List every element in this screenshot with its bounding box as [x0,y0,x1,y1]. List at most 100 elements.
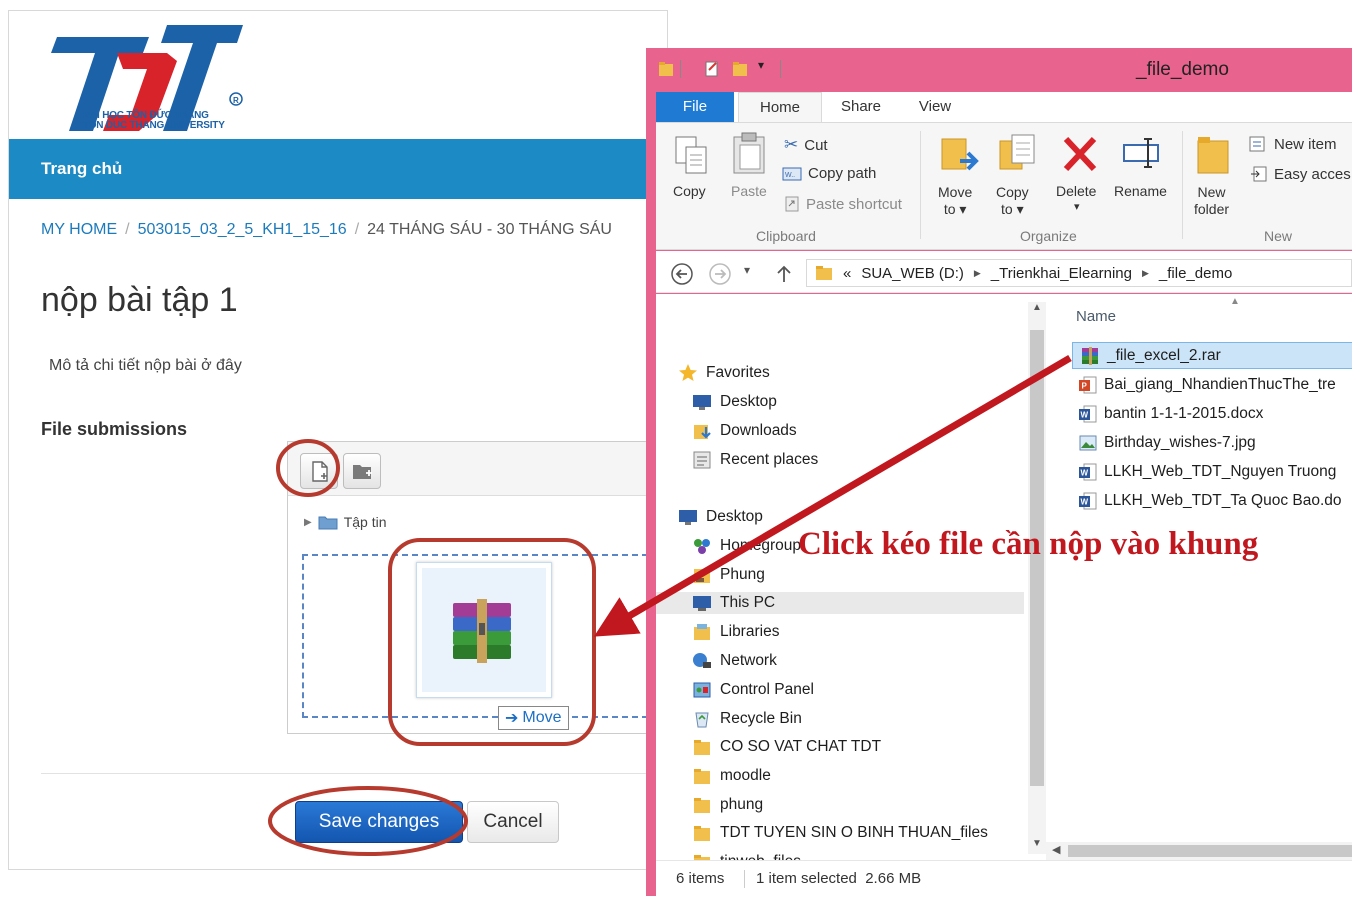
file-row[interactable]: W LLKH_Web_TDT_Ta Quoc Bao.do [1072,487,1352,514]
back-icon[interactable] [670,262,694,286]
properties-icon[interactable] [704,60,720,78]
form-divider [41,773,667,774]
recent-locations-dropdown-icon[interactable]: ▾ [744,263,750,277]
cancel-button[interactable]: Cancel [467,801,559,843]
paste-icon [733,132,765,174]
address-part-drive[interactable]: SUA_WEB (D:) [861,265,964,282]
copy-label: Copy [673,183,706,199]
quick-access-dropdown-icon[interactable]: ▾ [758,58,764,72]
tab-home[interactable]: Home [738,92,822,122]
new-item-label: New item [1274,135,1337,153]
tree-item-recent-places[interactable]: Recent places [692,449,818,471]
navigation-pane: Favorites Desktop Downloads Recent places De… [656,294,1036,860]
tree-item-this-pc[interactable]: This PC [656,592,1024,614]
add-file-icon [312,461,328,482]
tab-share[interactable]: Share [826,92,896,122]
address-part-current[interactable]: _file_demo [1159,265,1232,282]
create-folder-button[interactable] [343,453,381,489]
new-item-icon [1249,136,1265,152]
move-tooltip: ➔ Move [498,706,569,730]
powerpoint-icon: P [1078,375,1098,395]
move-to-icon [941,138,979,171]
tab-view[interactable]: View [904,92,966,122]
forward-icon[interactable] [708,262,732,286]
tree-item-tinweb-files[interactable]: tinweb_files [692,851,801,860]
page-title: nộp bài tập 1 [41,281,238,319]
word-icon: W [1078,491,1098,511]
address-part-folder[interactable]: _Trienkhai_Elearning [991,265,1132,282]
tree-item-label: Network [720,652,777,669]
homegroup-icon [692,536,712,556]
network-icon [692,651,712,671]
tab-file[interactable]: File [656,92,734,122]
delete-dropdown-icon[interactable]: ▾ [1074,199,1080,216]
new-folder-icon[interactable] [732,60,748,78]
scroll-down-icon[interactable]: ▼ [1032,838,1042,849]
tree-item-label: Downloads [720,422,797,439]
folder-icon [318,516,338,530]
folder-name: Tập tin [343,514,387,530]
tree-item-phung[interactable]: phung [692,794,763,816]
file-list-scrollbar[interactable]: ◀ [1046,842,1352,860]
address-overflow[interactable]: « [843,265,851,282]
tree-item-libraries[interactable]: Libraries [692,621,779,643]
tree-item-label: Favorites [706,364,770,381]
folder-icon [692,796,712,814]
tree-item-phung[interactable]: Phung [692,564,765,586]
tree-item-favorites[interactable]: Favorites [678,362,770,384]
easy-access-icon [1251,166,1267,182]
file-name: _file_excel_2.rar [1107,346,1221,364]
address-path[interactable]: « SUA_WEB (D:) ▶ _Trienkhai_Elearning ▶ … [806,259,1352,287]
tree-item-label: Homegroup [720,537,801,554]
tree-item-desktop[interactable]: Desktop [678,506,763,528]
file-list-scroll-thumb[interactable] [1068,845,1352,857]
breadcrumb-course[interactable]: 503015_03_2_5_KH1_15_16 [138,221,347,238]
file-row[interactable]: W LLKH_Web_TDT_Nguyen Truong [1072,458,1352,485]
file-manager-path[interactable]: ▶ Tập tin [304,514,387,530]
easy-access-button[interactable]: Easy acces [1250,165,1351,183]
tree-item-label: TDT TUYEN SIN O BINH THUAN_files [720,824,988,841]
nav-home-link[interactable]: Trang chủ [41,159,122,179]
tree-item-downloads[interactable]: Downloads [692,420,797,442]
tree-item-tdt-tuyen-sin-o-binh-thuan-files[interactable]: TDT TUYEN SIN O BINH THUAN_files [692,822,988,844]
tree-item-control-panel[interactable]: Control Panel [692,679,814,701]
file-row[interactable]: P Bai_giang_NhandienThucThe_tre [1072,371,1352,398]
copy-path-button[interactable]: W.. Copy path [782,165,876,182]
cut-button[interactable]: ✂ Cut [784,135,828,155]
breadcrumb-week[interactable]: 24 THÁNG SÁU - 30 THÁNG SÁU [367,221,612,238]
paste-shortcut-button[interactable]: Paste shortcut [784,195,902,213]
new-item-button[interactable]: New item [1248,135,1337,153]
image-icon [1078,433,1098,453]
breadcrumb-my-home[interactable]: MY HOME [41,221,117,238]
moodle-navbar: Trang chủ [9,139,667,199]
rar-icon [1079,346,1101,366]
add-file-button[interactable] [300,453,338,489]
svg-text:W: W [1081,468,1089,477]
chevron-right-icon[interactable]: ▶ [1142,268,1149,279]
navigation-scrollbar[interactable]: ▲ ▼ [1028,302,1046,854]
tree-item-recycle-bin[interactable]: Recycle Bin [692,708,802,730]
tree-item-co-so-vat-chat-tdt[interactable]: CO SO VAT CHAT TDT [692,736,881,758]
tree-item-network[interactable]: Network [692,650,777,672]
save-changes-button[interactable]: Save changes [295,801,463,843]
tree-item-homegroup[interactable]: Homegroup [692,535,801,557]
column-header-name[interactable]: Name [1076,308,1116,325]
delete-label: Delete [1056,183,1097,199]
downloads-icon [692,421,712,441]
file-row[interactable]: Wbantin 1-1-1-2015.docx [1072,400,1352,427]
file-row[interactable]: _file_excel_2.rar [1072,342,1352,369]
recent-places-icon [692,450,712,470]
moodle-page: R ĐẠI HỌC TÔN ĐỨC THẮNG TON DUC THANG UN… [8,10,668,870]
scroll-left-icon[interactable]: ◀ [1052,843,1060,856]
computer-icon [692,594,712,612]
up-icon[interactable] [772,262,796,286]
expand-arrow-icon: ▶ [304,516,312,528]
tree-item-desktop[interactable]: Desktop [692,391,777,413]
chevron-right-icon[interactable]: ▶ [974,268,981,279]
user-icon [692,565,712,585]
tree-item-moodle[interactable]: moodle [692,765,771,787]
file-row[interactable]: Birthday_wishes-7.jpg [1072,429,1352,456]
explorer-titlebar[interactable]: ▾ _file_demo [646,48,1352,90]
status-item-count: 6 items [676,870,725,887]
scroll-up-icon[interactable]: ▲ [1032,302,1042,313]
